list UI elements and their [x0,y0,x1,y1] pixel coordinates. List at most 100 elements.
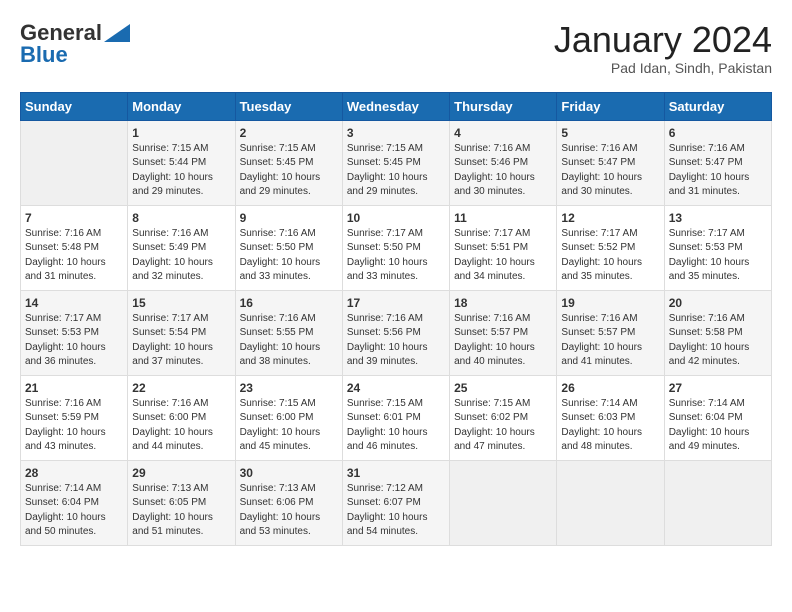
day-number: 26 [561,381,659,395]
day-number: 24 [347,381,445,395]
day-number: 16 [240,296,338,310]
page-title: January 2024 [554,20,772,60]
day-info: Sunrise: 7:16 AMSunset: 5:47 PMDaylight:… [669,142,767,200]
day-number: 8 [132,211,230,225]
day-info: Sunrise: 7:17 AMSunset: 5:53 PMDaylight:… [669,227,767,285]
day-info: Sunrise: 7:13 AMSunset: 6:05 PMDaylight:… [132,482,230,540]
logo: General Blue [20,20,130,68]
calendar-cell: 1 Sunrise: 7:15 AMSunset: 5:44 PMDaylight… [128,120,235,205]
day-number: 13 [669,211,767,225]
logo-icon [104,24,130,42]
weekday-header-wednesday: Wednesday [342,92,449,120]
calendar-week-4: 21 Sunrise: 7:16 AMSunset: 5:59 PMDayligh… [21,375,772,460]
weekday-header-sunday: Sunday [21,92,128,120]
day-info: Sunrise: 7:15 AMSunset: 6:00 PMDaylight:… [240,397,338,455]
day-info: Sunrise: 7:16 AMSunset: 5:50 PMDaylight:… [240,227,338,285]
day-number: 21 [25,381,123,395]
calendar-week-2: 7Sunrise: 7:16 AMSunset: 5:48 PMDaylight… [21,205,772,290]
weekday-header-monday: Monday [128,92,235,120]
calendar-header-row: SundayMondayTuesdayWednesdayThursdayFrid… [21,92,772,120]
day-number: 22 [132,381,230,395]
day-number: 5 [561,126,659,140]
day-number: 17 [347,296,445,310]
day-number: 25 [454,381,552,395]
calendar-cell: 26 Sunrise: 7:14 AMSunset: 6:03 PMDayligh… [557,375,664,460]
calendar-cell: 7Sunrise: 7:16 AMSunset: 5:48 PMDaylight… [21,205,128,290]
day-info: Sunrise: 7:16 AMSunset: 5:59 PMDaylight:… [25,397,123,455]
day-number: 2 [240,126,338,140]
calendar-cell: 16 Sunrise: 7:16 AMSunset: 5:55 PMDayligh… [235,290,342,375]
day-number: 31 [347,466,445,480]
calendar-cell: 12 Sunrise: 7:17 AMSunset: 5:52 PMDayligh… [557,205,664,290]
weekday-header-tuesday: Tuesday [235,92,342,120]
calendar-cell: 4 Sunrise: 7:16 AMSunset: 5:46 PMDaylight… [450,120,557,205]
calendar-cell: 29 Sunrise: 7:13 AMSunset: 6:05 PMDayligh… [128,460,235,545]
calendar-cell: 24Sunrise: 7:15 AMSunset: 6:01 PMDayligh… [342,375,449,460]
day-info: Sunrise: 7:14 AMSunset: 6:04 PMDaylight:… [25,482,123,540]
calendar-cell: 20 Sunrise: 7:16 AMSunset: 5:58 PMDayligh… [664,290,771,375]
calendar-week-5: 28 Sunrise: 7:14 AMSunset: 6:04 PMDayligh… [21,460,772,545]
weekday-header-thursday: Thursday [450,92,557,120]
day-info: Sunrise: 7:16 AMSunset: 5:46 PMDaylight:… [454,142,552,200]
day-number: 20 [669,296,767,310]
day-info: Sunrise: 7:15 AMSunset: 5:45 PMDaylight:… [240,142,338,200]
calendar-cell [557,460,664,545]
day-number: 23 [240,381,338,395]
day-number: 15 [132,296,230,310]
calendar-cell: 28 Sunrise: 7:14 AMSunset: 6:04 PMDayligh… [21,460,128,545]
day-number: 9 [240,211,338,225]
weekday-header-saturday: Saturday [664,92,771,120]
calendar-cell: 6Sunrise: 7:16 AMSunset: 5:47 PMDaylight… [664,120,771,205]
day-info: Sunrise: 7:15 AMSunset: 5:44 PMDaylight:… [132,142,230,200]
day-info: Sunrise: 7:16 AMSunset: 5:55 PMDaylight:… [240,312,338,370]
calendar-cell: 27Sunrise: 7:14 AMSunset: 6:04 PMDayligh… [664,375,771,460]
calendar-cell: 8 Sunrise: 7:16 AMSunset: 5:49 PMDaylight… [128,205,235,290]
day-number: 19 [561,296,659,310]
calendar-cell: 18 Sunrise: 7:16 AMSunset: 5:57 PMDayligh… [450,290,557,375]
day-number: 27 [669,381,767,395]
calendar-cell: 14Sunrise: 7:17 AMSunset: 5:53 PMDayligh… [21,290,128,375]
day-number: 4 [454,126,552,140]
day-info: Sunrise: 7:16 AMSunset: 5:57 PMDaylight:… [454,312,552,370]
day-info: Sunrise: 7:12 AMSunset: 6:07 PMDaylight:… [347,482,445,540]
calendar-cell: 22 Sunrise: 7:16 AMSunset: 6:00 PMDayligh… [128,375,235,460]
day-number: 11 [454,211,552,225]
calendar-week-1: 1 Sunrise: 7:15 AMSunset: 5:44 PMDaylight… [21,120,772,205]
day-info: Sunrise: 7:14 AMSunset: 6:03 PMDaylight:… [561,397,659,455]
calendar-cell: 2 Sunrise: 7:15 AMSunset: 5:45 PMDaylight… [235,120,342,205]
page-header: General Blue January 2024 Pad Idan, Sind… [20,20,772,76]
title-block: January 2024 Pad Idan, Sindh, Pakistan [554,20,772,76]
calendar-cell: 3 Sunrise: 7:15 AMSunset: 5:45 PMDaylight… [342,120,449,205]
calendar-cell: 19 Sunrise: 7:16 AMSunset: 5:57 PMDayligh… [557,290,664,375]
logo-blue: Blue [20,42,68,68]
day-number: 10 [347,211,445,225]
calendar-cell [450,460,557,545]
day-number: 30 [240,466,338,480]
calendar-week-3: 14Sunrise: 7:17 AMSunset: 5:53 PMDayligh… [21,290,772,375]
day-info: Sunrise: 7:13 AMSunset: 6:06 PMDaylight:… [240,482,338,540]
day-number: 28 [25,466,123,480]
day-number: 3 [347,126,445,140]
day-info: Sunrise: 7:17 AMSunset: 5:51 PMDaylight:… [454,227,552,285]
day-info: Sunrise: 7:16 AMSunset: 5:47 PMDaylight:… [561,142,659,200]
day-info: Sunrise: 7:15 AMSunset: 5:45 PMDaylight:… [347,142,445,200]
calendar-cell: 11 Sunrise: 7:17 AMSunset: 5:51 PMDayligh… [450,205,557,290]
day-info: Sunrise: 7:16 AMSunset: 5:49 PMDaylight:… [132,227,230,285]
day-number: 18 [454,296,552,310]
day-info: Sunrise: 7:16 AMSunset: 5:58 PMDaylight:… [669,312,767,370]
day-info: Sunrise: 7:16 AMSunset: 6:00 PMDaylight:… [132,397,230,455]
day-number: 12 [561,211,659,225]
day-info: Sunrise: 7:15 AMSunset: 6:02 PMDaylight:… [454,397,552,455]
calendar-cell: 21 Sunrise: 7:16 AMSunset: 5:59 PMDayligh… [21,375,128,460]
day-number: 29 [132,466,230,480]
calendar-cell: 15Sunrise: 7:17 AMSunset: 5:54 PMDayligh… [128,290,235,375]
calendar-cell: 5 Sunrise: 7:16 AMSunset: 5:47 PMDaylight… [557,120,664,205]
calendar-cell [21,120,128,205]
day-info: Sunrise: 7:17 AMSunset: 5:50 PMDaylight:… [347,227,445,285]
day-info: Sunrise: 7:16 AMSunset: 5:56 PMDaylight:… [347,312,445,370]
calendar-cell: 10 Sunrise: 7:17 AMSunset: 5:50 PMDayligh… [342,205,449,290]
calendar-cell: 25 Sunrise: 7:15 AMSunset: 6:02 PMDayligh… [450,375,557,460]
day-info: Sunrise: 7:17 AMSunset: 5:52 PMDaylight:… [561,227,659,285]
day-number: 1 [132,126,230,140]
day-info: Sunrise: 7:16 AMSunset: 5:57 PMDaylight:… [561,312,659,370]
